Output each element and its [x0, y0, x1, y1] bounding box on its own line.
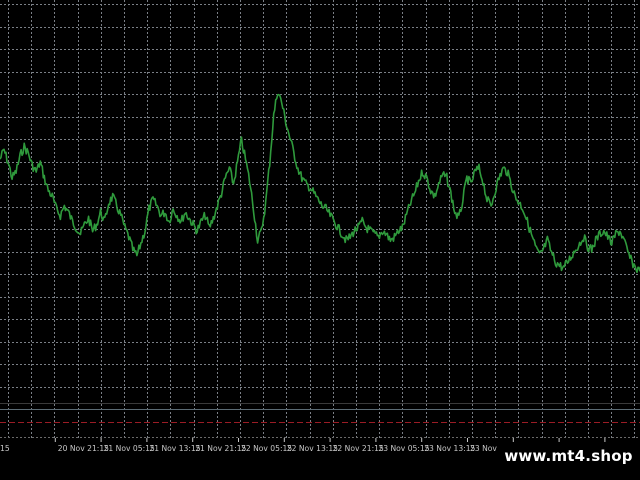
x-tick-label: 21 Nov 13:15 — [149, 444, 200, 453]
x-tick-label: 21 Nov 05:15 — [104, 444, 155, 453]
x-tick-label: 22 Nov 05:15 — [241, 444, 292, 453]
watermark: www.mt4.shop — [497, 443, 640, 470]
x-tick-label: 21 Nov 21:15 — [195, 444, 246, 453]
x-tick-label: 20 Nov 21:15 — [58, 444, 109, 453]
price-chart[interactable]: 15 20 Nov 21:1521 Nov 05:1521 Nov 13:1521… — [0, 0, 640, 480]
x-tick-label: 23 Nov 05:15 — [378, 444, 429, 453]
x-tick-label: 23 Nov 13:15 — [424, 444, 475, 453]
x-tick-label: 22 Nov 21:15 — [333, 444, 384, 453]
x-tick-label: 22 Nov 13:15 — [287, 444, 338, 453]
x-tick-label: 15 — [0, 444, 10, 453]
